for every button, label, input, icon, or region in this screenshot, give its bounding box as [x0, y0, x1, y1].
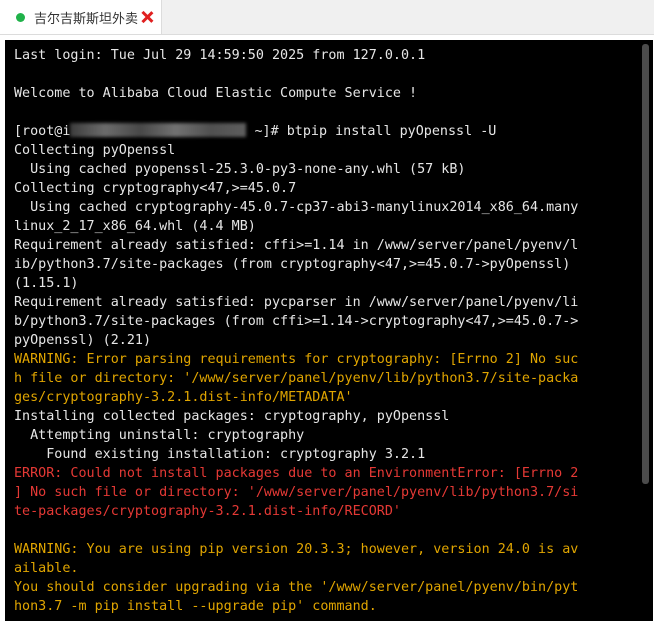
terminal-line-warning: WARNING: You are using pip version 20.3.…: [14, 542, 579, 557]
terminal-window[interactable]: Last login: Tue Jul 29 14:59:50 2025 fro…: [5, 40, 653, 621]
terminal-line: Collecting pyOpenssl: [14, 143, 176, 158]
terminal-line: Requirement already satisfied: cffi>=1.1…: [14, 238, 579, 253]
terminal-line: Using cached pyopenssl-25.3.0-py3-none-a…: [14, 162, 466, 177]
terminal-line: Welcome to Alibaba Cloud Elastic Compute…: [14, 86, 418, 101]
prompt-prefix: [root@i: [14, 124, 71, 139]
terminal-line-error: te-packages/cryptography-3.2.1.dist-info…: [14, 504, 401, 519]
terminal-line-warning: ailable.: [14, 561, 79, 576]
terminal-line: b/python3.7/site-packages (from cffi>=1.…: [14, 314, 579, 329]
terminal-line: Requirement already satisfied: pycparser…: [14, 295, 579, 310]
redacted-hostname: [70, 123, 247, 137]
terminal-line: ib/python3.7/site-packages (from cryptog…: [14, 257, 571, 272]
terminal-scrollbar[interactable]: [642, 44, 649, 484]
tab-title: 吉尔吉斯斯坦外卖: [34, 11, 139, 27]
terminal-line-warning: ges/cryptography-3.2.1.dist-info/METADAT…: [14, 390, 353, 405]
terminal-line: Collecting cryptography<47,>=45.0.7: [14, 181, 297, 196]
terminal-line: (1.15.1): [14, 276, 79, 291]
prompt-command: ~]# btpip install pyOpenssl -U: [246, 124, 497, 139]
terminal-line: Last login: Tue Jul 29 14:59:50 2025 fro…: [14, 48, 426, 63]
terminal-line: linux_2_17_x86_64.whl (4.4 MB): [14, 219, 256, 234]
terminal-line-warning: WARNING: Error parsing requirements for …: [14, 352, 579, 367]
terminal-line: Found existing installation: cryptograph…: [14, 447, 426, 462]
terminal-line-warning: You should consider upgrading via the '/…: [14, 580, 579, 595]
terminal-line: Installing collected packages: cryptogra…: [14, 409, 450, 424]
status-dot-icon: [16, 12, 25, 22]
terminal-line: pyOpenssl) (2.21): [14, 333, 152, 348]
terminal-output: Last login: Tue Jul 29 14:59:50 2025 fro…: [14, 46, 634, 616]
tab-terminal-session[interactable]: 吉尔吉斯斯坦外卖: [0, 0, 162, 34]
terminal-prompt-line: [root@i ~]# btpip install pyOpenssl -U: [14, 122, 634, 141]
terminal-line-warning: h file or directory: '/www/server/panel/…: [14, 371, 579, 386]
tab-bar: 吉尔吉斯斯坦外卖: [0, 0, 654, 35]
terminal-line-warning: hon3.7 -m pip install --upgrade pip' com…: [14, 599, 377, 614]
terminal-line-error: ERROR: Could not install packages due to…: [14, 466, 579, 481]
close-icon[interactable]: [140, 10, 154, 24]
terminal-line: Using cached cryptography-45.0.7-cp37-ab…: [14, 200, 579, 215]
terminal-line-error: ] No such file or directory: '/www/serve…: [14, 485, 579, 500]
terminal-line: Attempting uninstall: cryptography: [14, 428, 305, 443]
